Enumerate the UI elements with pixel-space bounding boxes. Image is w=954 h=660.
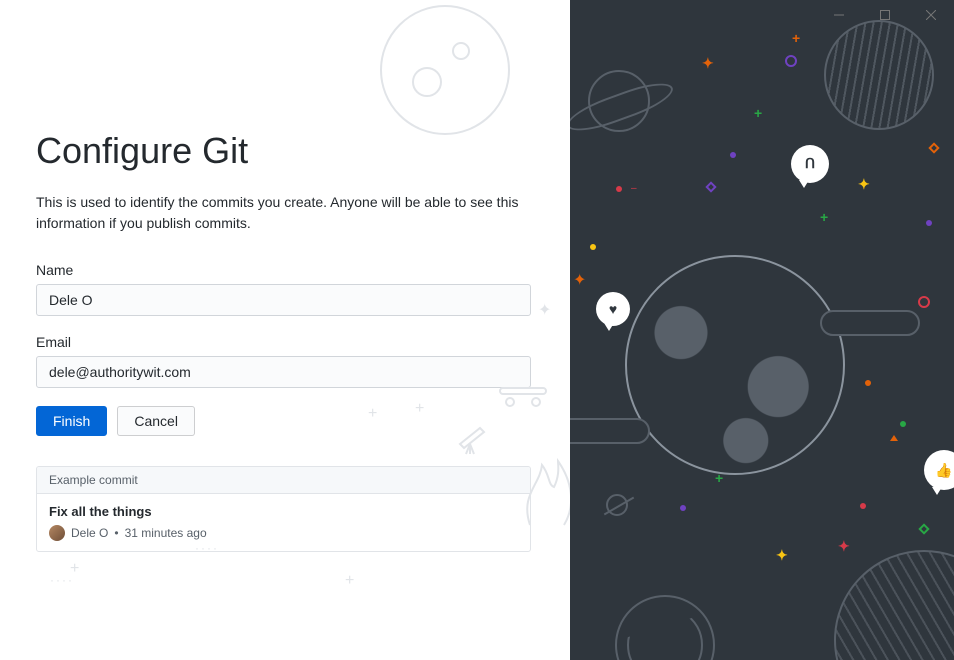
- dot-icon: [616, 186, 622, 192]
- finish-button[interactable]: Finish: [36, 406, 107, 436]
- dot-icon: [860, 503, 866, 509]
- dot-icon: [865, 380, 871, 386]
- dot-icon: [590, 244, 596, 250]
- plus-icon: +: [70, 560, 79, 578]
- cloud-icon: [820, 310, 920, 336]
- orbit-planet-icon: [606, 494, 628, 516]
- email-field: Email: [36, 334, 534, 388]
- commit-title: Fix all the things: [49, 504, 518, 519]
- cancel-button[interactable]: Cancel: [117, 406, 195, 436]
- gas-giant-icon: [834, 550, 954, 660]
- thumbsup-icon: 👍: [935, 462, 952, 479]
- speech-bubble-icon: ♥: [596, 292, 630, 326]
- diamond-icon: [705, 181, 716, 192]
- earth-icon: [625, 255, 845, 475]
- dot-icon: [900, 421, 906, 427]
- close-button[interactable]: [908, 0, 954, 30]
- octicon-icon: ᑎ: [805, 156, 815, 172]
- star-icon: ✦: [702, 55, 714, 72]
- name-label: Name: [36, 262, 534, 278]
- speech-bubble-icon: 👍: [924, 450, 954, 490]
- minimize-button[interactable]: [816, 0, 862, 30]
- name-field: Name: [36, 262, 534, 316]
- dot-icon: [926, 220, 932, 226]
- example-commit-header: Example commit: [37, 467, 530, 494]
- small-planet-icon: [615, 595, 715, 660]
- email-label: Email: [36, 334, 534, 350]
- star-icon: ✦: [858, 176, 870, 193]
- button-row: Finish Cancel: [36, 406, 534, 436]
- cloud-icon: [570, 418, 650, 444]
- speech-bubble-icon: ᑎ: [791, 145, 829, 183]
- example-commit-box: Example commit Fix all the things Dele O…: [36, 466, 531, 552]
- striped-planet-icon: [824, 20, 934, 130]
- dash-icon: –: [631, 183, 637, 194]
- name-input[interactable]: [36, 284, 531, 316]
- dot-icon: [680, 505, 686, 511]
- sparkle-icon: ····: [50, 577, 62, 583]
- star-icon: +: [820, 209, 828, 225]
- page-description: This is used to identify the commits you…: [36, 192, 531, 234]
- plus-icon: +: [345, 572, 354, 590]
- ring-icon: [785, 55, 797, 67]
- maximize-button[interactable]: [862, 0, 908, 30]
- sparkle-icon: ✦: [538, 300, 551, 320]
- titlebar: [0, 0, 954, 30]
- commit-meta: Dele O • 31 minutes ago: [49, 525, 518, 541]
- dot-icon: [730, 152, 736, 158]
- app-window: + + + + ···· ···· ✦ Configure Git This i…: [0, 0, 954, 660]
- star-icon: +: [715, 470, 723, 486]
- avatar: [49, 525, 65, 541]
- email-input[interactable]: [36, 356, 531, 388]
- ring-icon: [918, 296, 930, 308]
- separator: •: [114, 526, 118, 540]
- commit-time: 31 minutes ago: [125, 526, 207, 540]
- example-commit-body: Fix all the things Dele O • 31 minutes a…: [37, 494, 530, 551]
- diamond-icon: [928, 142, 939, 153]
- star-icon: +: [792, 30, 800, 46]
- star-icon: ✦: [573, 270, 586, 290]
- heart-icon: ♥: [609, 301, 617, 317]
- star-icon: +: [754, 105, 762, 121]
- star-icon: ✦: [838, 538, 850, 555]
- right-pane: ᑎ ♥ 👍 ✦ + + – ✦ ✦ + ✦ ✦ +: [570, 0, 954, 660]
- left-pane: + + + + ···· ···· ✦ Configure Git This i…: [0, 0, 570, 660]
- page-title: Configure Git: [36, 130, 534, 172]
- diamond-icon: [918, 523, 929, 534]
- star-icon: ✦: [776, 547, 788, 564]
- commit-author: Dele O: [71, 526, 108, 540]
- decorative-background: + + + + ···· ···· ✦: [0, 0, 570, 660]
- triangle-icon: [890, 435, 898, 441]
